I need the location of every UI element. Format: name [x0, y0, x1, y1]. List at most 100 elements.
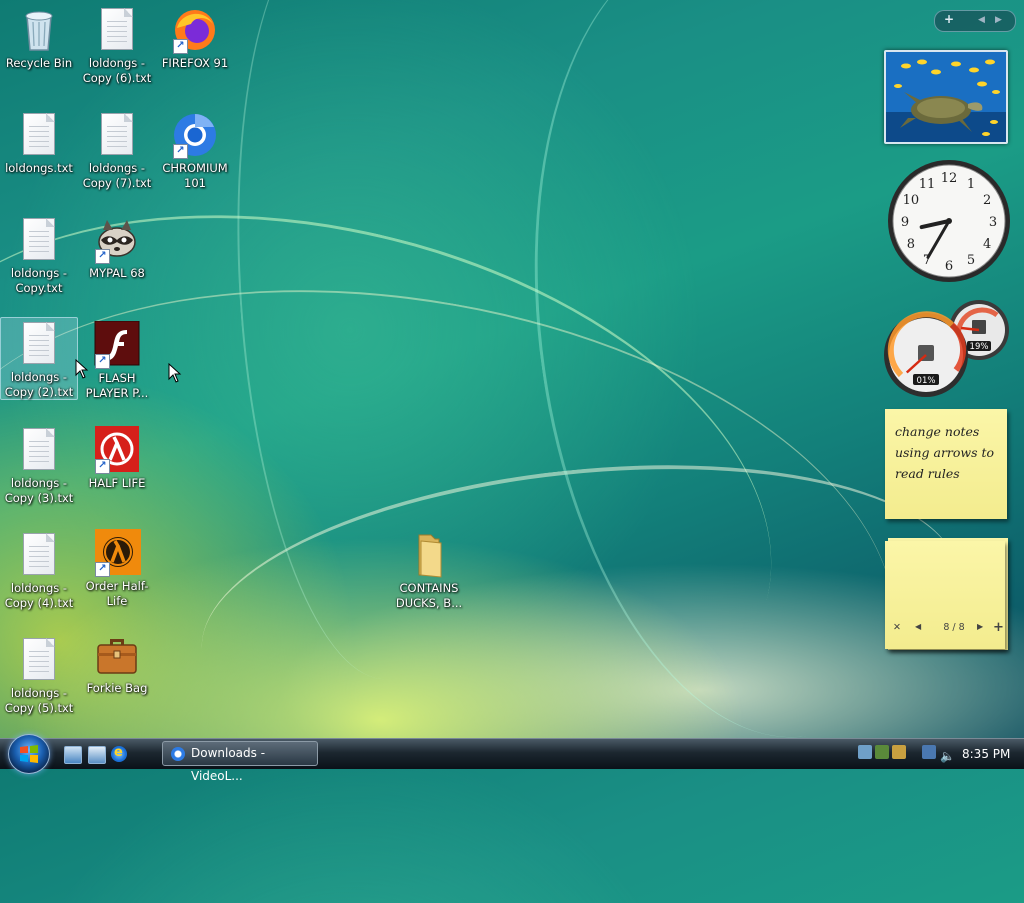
desktop-icon-recycle-bin[interactable]: Recycle Bin	[1, 4, 77, 71]
taskbar-window-title: Downloads - VideoL...	[191, 746, 266, 783]
show-desktop-icon[interactable]	[64, 746, 82, 764]
cpu-meter-gadget[interactable]: 01% 19%	[884, 300, 1010, 400]
mouse-cursor-icon	[168, 363, 182, 383]
desktop-icon-loldongs-copy-7[interactable]: loldongs - Copy (7).txt	[79, 109, 155, 191]
text-file-icon	[15, 320, 63, 368]
icon-label: HALF LIFE	[88, 476, 146, 490]
note-text-line: change notes	[895, 424, 980, 439]
clock-numeral: 12	[941, 171, 958, 186]
clock-numeral: 10	[903, 193, 920, 208]
desktop-icon-loldongs[interactable]: loldongs.txt	[1, 109, 77, 176]
shortcut-arrow-icon: ↗	[173, 39, 188, 54]
slideshow-gadget[interactable]	[884, 50, 1008, 144]
shortcut-arrow-icon: ↗	[95, 354, 110, 369]
windows-logo-icon	[20, 745, 38, 763]
text-file-icon	[15, 636, 63, 684]
shortcut-arrow-icon: ↗	[173, 144, 188, 159]
desktop-icon-mypal[interactable]: ↗ MYPAL 68	[79, 214, 155, 281]
internet-explorer-icon[interactable]: e	[111, 745, 127, 762]
note-text[interactable]: change notes using arrows to read rules	[885, 409, 1007, 496]
volume-muted-icon[interactable]: 🔈	[940, 745, 955, 763]
shortcut-arrow-icon: ↗	[95, 562, 110, 577]
add-note-icon[interactable]: +	[993, 620, 1004, 635]
desktop-icon-flash-player[interactable]: ↗ FLASH PLAYER P...	[79, 319, 155, 401]
half-life-orange-icon: ↗	[93, 529, 141, 577]
chromium-icon: ↗	[171, 111, 219, 159]
close-note-icon[interactable]: ✕	[893, 622, 901, 633]
text-file-icon	[15, 531, 63, 579]
clock-gadget[interactable]: 12 1 2 3 4 5 6 7 8 9 10 11	[886, 158, 1012, 284]
desktop-icon-order-half-life[interactable]: ↗ Order Half-Life	[79, 527, 155, 609]
clock-numeral: 1	[967, 177, 975, 192]
clock-numeral: 4	[983, 237, 991, 252]
tray-app-icon[interactable]	[892, 745, 906, 759]
add-gadget-button[interactable]: +	[944, 12, 954, 26]
clock-numeral: 5	[967, 253, 975, 268]
next-note-arrow-icon[interactable]: ▶	[977, 622, 983, 631]
clock-numeral: 2	[983, 193, 991, 208]
network-icon[interactable]	[922, 745, 936, 759]
desktop-icon-loldongs-copy[interactable]: loldongs - Copy.txt	[1, 214, 77, 296]
icon-label: FIREFOX 91	[161, 56, 229, 70]
raccoon-icon: ↗	[93, 216, 141, 264]
start-button[interactable]	[8, 734, 50, 774]
icon-label: Order Half-Life	[85, 579, 149, 608]
firefox-icon: ↗	[171, 6, 219, 54]
icon-label: loldongs - Copy (3).txt	[4, 476, 74, 505]
note-text-line: using arrows to	[895, 445, 995, 460]
clock-numeral: 6	[945, 259, 953, 274]
shortcut-arrow-icon: ↗	[95, 459, 110, 474]
tray-app-icon[interactable]	[875, 745, 889, 759]
icon-label: loldongs - Copy (5).txt	[4, 686, 74, 715]
icon-label: Forkie Bag	[86, 681, 148, 695]
text-file-icon	[15, 426, 63, 474]
clock-numeral: 11	[919, 177, 936, 192]
text-file-icon	[15, 216, 63, 264]
text-file-icon	[93, 111, 141, 159]
icon-label: CONTAINS DUCKS, B...	[395, 581, 463, 610]
taskbar: e Downloads - VideoL... 🔈 8:35 PM	[0, 734, 1024, 783]
clock-numeral: 3	[989, 215, 997, 230]
previous-note-arrow-icon[interactable]: ◀	[915, 622, 921, 631]
desktop-icon-loldongs-copy-5[interactable]: loldongs - Copy (5).txt	[1, 634, 77, 716]
half-life-icon: ↗	[93, 426, 141, 474]
desktop-icon-loldongs-copy-4[interactable]: loldongs - Copy (4).txt	[1, 529, 77, 611]
desktop-icon-half-life[interactable]: ↗ HALF LIFE	[79, 424, 155, 491]
clock-center-pin	[946, 218, 952, 224]
network-manager-icon[interactable]	[858, 745, 872, 759]
taskbar-clock[interactable]: 8:35 PM	[962, 739, 1010, 769]
sidebar-next-button[interactable]: ▶	[995, 15, 1002, 25]
icon-label: loldongs - Copy (7).txt	[82, 161, 152, 190]
icon-label: loldongs - Copy (4).txt	[4, 581, 74, 610]
flash-icon: ↗	[93, 320, 141, 369]
icon-label: CHROMIUM 101	[162, 161, 228, 190]
note-card[interactable]: change notes using arrows to read rules	[885, 409, 1007, 519]
icon-label: FLASH PLAYER P...	[85, 371, 149, 400]
clock-numeral: 9	[901, 215, 909, 230]
shortcut-arrow-icon: ↗	[95, 249, 110, 264]
icon-label: loldongs - Copy (2).txt	[4, 370, 74, 399]
desktop-icon-firefox[interactable]: ↗ FIREFOX 91	[157, 4, 233, 71]
sidebar-toolbar: + ◀ ▶	[934, 10, 1016, 32]
folder-icon	[405, 531, 453, 579]
desktop-icon-loldongs-copy-2[interactable]: loldongs - Copy (2).txt	[0, 317, 78, 400]
notes-navigation: ✕ ◀ 8 / 8 ▶ +	[893, 620, 1004, 637]
mouse-cursor-icon	[75, 359, 89, 379]
note-text-line: read rules	[895, 466, 960, 481]
taskbar-window-button[interactable]: Downloads - VideoL...	[162, 741, 318, 783]
icon-label: Recycle Bin	[5, 56, 73, 70]
desktop-icon-chromium[interactable]: ↗ CHROMIUM 101	[157, 109, 233, 191]
text-file-icon	[15, 111, 63, 159]
recycle-bin-icon	[15, 6, 63, 54]
clock-numeral: 8	[907, 237, 915, 252]
desktop-icon-folder-contains-ducks[interactable]: CONTAINS DUCKS, B...	[391, 529, 467, 611]
desktop-icon-loldongs-copy-3[interactable]: loldongs - Copy (3).txt	[1, 424, 77, 506]
icon-label: loldongs - Copy (6).txt	[82, 56, 152, 85]
notes-gadget[interactable]: ✕ ◀ 8 / 8 ▶ +	[885, 541, 1005, 649]
desktop-icon-forkie-bag[interactable]: Forkie Bag	[79, 629, 155, 696]
sidebar-prev-button[interactable]: ◀	[978, 15, 985, 25]
switch-windows-icon[interactable]	[88, 746, 106, 764]
note-counter: 8 / 8	[943, 622, 965, 633]
cpu-usage-readout: 01%	[917, 376, 936, 386]
desktop-icon-loldongs-copy-6[interactable]: loldongs - Copy (6).txt	[79, 4, 155, 86]
